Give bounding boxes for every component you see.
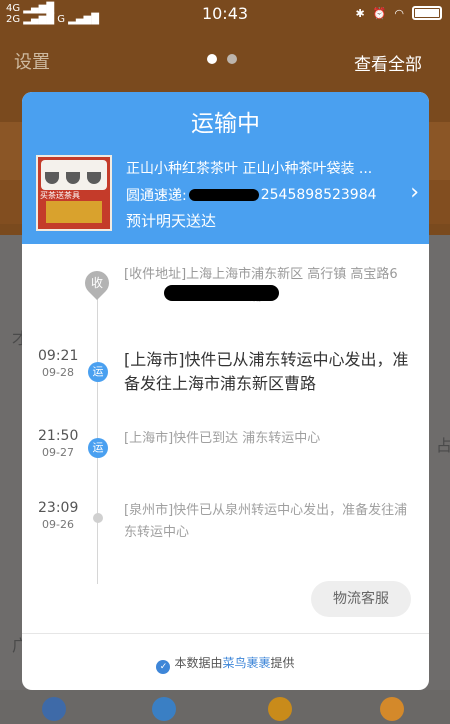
page-indicator — [207, 54, 237, 64]
cup-shape — [66, 172, 80, 184]
page-dot — [227, 54, 237, 64]
event-timestamp: 21:50 09-27 — [38, 428, 79, 459]
tab-edit-icon[interactable] — [268, 697, 292, 721]
tea-box-image — [46, 201, 102, 223]
tracking-timeline[interactable]: 收 [收件地址]上海上海市浦东新区 高行镇 高宝路6东浦 09:21 09-28… — [22, 244, 429, 584]
event-timestamp: 23:09 09-26 — [38, 500, 79, 531]
tab-coupon-icon[interactable] — [42, 697, 66, 721]
thumbnail-label: 买茶送茶具 — [40, 191, 80, 200]
logistics-modal: 运输中 买茶送茶具 正山小种红茶茶叶 正山小种茶叶袋装 ... 圆通速递: 25… — [22, 92, 429, 690]
event-text: [上海市]快件已从浦东转运中心发出，准备发往上海市浦东新区曹路 — [124, 350, 409, 393]
product-thumbnail[interactable]: 买茶送茶具 — [36, 155, 112, 231]
receiver-pin-icon: 收 — [80, 266, 114, 300]
footer-suffix: 提供 — [270, 656, 295, 670]
transit-marker-icon: 运 — [88, 438, 108, 458]
status-icons: ✱ ⏰ ◠ — [355, 6, 442, 20]
bluetooth-icon: ✱ — [355, 6, 365, 20]
footer-prefix: 本数据由 — [174, 656, 223, 670]
redaction-mark — [164, 285, 279, 301]
tab-profile-icon[interactable] — [380, 697, 404, 721]
product-name: 正山小种红茶茶叶 正山小种茶叶袋装 ... — [126, 161, 373, 177]
teaset-image — [41, 160, 107, 190]
delivery-eta: 预计明天送达 — [126, 212, 217, 230]
data-source-footer: ✓ 本数据由菜鸟裹裹提供 — [22, 654, 429, 674]
modal-header[interactable]: 运输中 买茶送茶具 正山小种红茶茶叶 正山小种茶叶袋装 ... 圆通速递: 25… — [22, 92, 429, 244]
page-dot-active — [207, 54, 217, 64]
chevron-right-icon[interactable]: › — [410, 180, 419, 205]
wifi-icon: ◠ — [394, 6, 404, 20]
modal-title: 运输中 — [191, 111, 260, 137]
footer-brand: 菜鸟裹裹 — [222, 656, 271, 670]
background-title: 设置 — [14, 52, 50, 73]
battery-icon — [412, 6, 442, 20]
cup-shape — [87, 172, 101, 184]
background-side-char: 占 — [436, 436, 450, 455]
cup-shape — [45, 172, 59, 184]
redaction-mark — [188, 189, 259, 201]
footer-divider — [22, 633, 429, 634]
status-bar: 4G ▂▄▆█ 2G ▂▄▆█ G ▂▄▆█ 10:43 ✱ ⏰ ◠ — [0, 0, 450, 30]
alarm-icon: ⏰ — [372, 6, 387, 20]
tracking-info: 圆通速递: 2545898523984 — [126, 185, 377, 205]
tracking-number: 2545898523984 — [260, 187, 377, 203]
transit-marker-icon: 运 — [88, 362, 108, 382]
tab-refresh-icon[interactable] — [152, 697, 176, 721]
view-all-link[interactable]: 查看全部 — [354, 50, 422, 75]
event-text: [泉州市]快件已从泉州转运中心发出，准备发往浦东转运中心 — [124, 503, 408, 540]
customer-service-button[interactable]: 物流客服 — [311, 581, 411, 617]
courier-label: 圆通速递: — [126, 188, 187, 204]
event-text: [上海市]快件已到达 浦东转运中心 — [124, 431, 321, 446]
event-timestamp: 09:21 09-28 — [38, 348, 79, 379]
timeline-dot-icon — [93, 513, 103, 523]
cainiao-logo-icon: ✓ — [156, 660, 171, 674]
